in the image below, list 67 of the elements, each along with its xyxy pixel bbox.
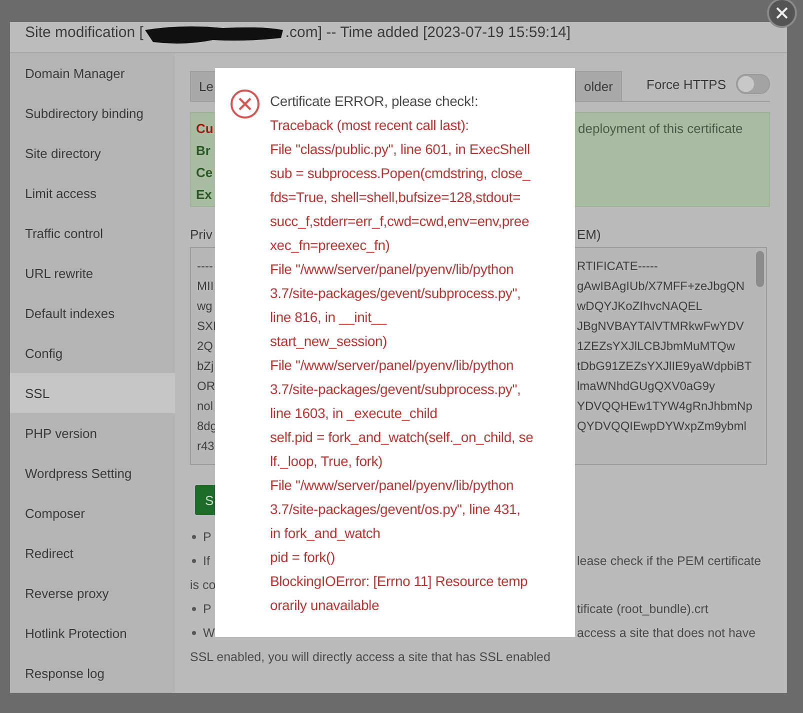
bullet-icon <box>192 534 196 539</box>
note-text: P <box>203 530 212 544</box>
bullet-icon <box>192 606 196 611</box>
sidebar-item[interactable]: Subdirectory binding <box>10 93 175 133</box>
dialog-title-end: .com] -- Time added [2023-07-19 15:59:14] <box>285 24 571 42</box>
note-text: access a site that does not have <box>577 626 756 640</box>
info-text: deployment of this certificate <box>578 121 743 138</box>
error-trace-line: succ_f,stderr=err_f,cwd=cwd,env=env,pree <box>270 212 530 231</box>
tab[interactable]: older <box>575 71 622 101</box>
error-trace-line: 3.7/site-packages/gevent/os.py", line 431, <box>270 500 522 519</box>
error-trace-line: xec_fn=preexec_fn) <box>270 236 391 255</box>
info-text: Ce <box>196 165 213 182</box>
bullet-icon <box>192 558 196 563</box>
error-trace-line: fds=True, shell=shell,bufsize=128,stdout= <box>270 188 522 207</box>
error-trace-line: line 1603, in _execute_child <box>270 404 438 423</box>
dialog-title: Site modification [ <box>25 24 144 42</box>
sidebar-item[interactable]: Hotlink Protection <box>10 613 175 653</box>
error-trace-line: 3.7/site-packages/gevent/subprocess.py", <box>270 380 522 399</box>
error-trace-line: sub = subprocess.Popen(cmdstring, close_ <box>270 164 532 183</box>
sidebar-item[interactable]: Domain Manager <box>10 53 175 93</box>
error-trace-line: File "/www/server/panel/pyenv/lib/python <box>270 476 515 495</box>
force-https-label: Force HTTPS <box>646 76 726 92</box>
error-icon <box>230 89 260 119</box>
sidebar-item[interactable]: PHP version <box>10 413 175 453</box>
error-title: Certificate ERROR, please check!: <box>270 92 480 111</box>
sidebar-item[interactable]: SSL <box>10 373 175 413</box>
error-trace-line: pid = fork() <box>270 548 336 567</box>
sidebar-item[interactable]: Wordpress Setting <box>10 453 175 493</box>
close-button[interactable] <box>767 0 797 28</box>
error-trace-line: line 816, in __init__ <box>270 308 388 327</box>
error-trace-line: 3.7/site-packages/gevent/subprocess.py", <box>270 284 522 303</box>
note-text: W <box>203 626 215 640</box>
error-trace-line: Traceback (most recent call last): <box>270 116 470 135</box>
error-trace-line: File "/www/server/panel/pyenv/lib/python <box>270 260 515 279</box>
note-text: SSL enabled, you will directly access a site that has SSL enabled <box>190 650 550 664</box>
bullet-icon <box>192 630 196 635</box>
note-text: is co <box>190 578 216 592</box>
note-text: If <box>203 554 210 568</box>
info-text: Ex <box>196 187 212 204</box>
sidebar-item[interactable]: Redirect <box>10 533 175 573</box>
sidebar-item[interactable]: Default indexes <box>10 293 175 333</box>
sidebar-item[interactable]: Site directory <box>10 133 175 173</box>
sidebar-item[interactable]: Response log <box>10 653 175 693</box>
note-text: lease check if the PEM certificate <box>577 554 762 568</box>
error-trace-line: orarily unavailable <box>270 596 380 615</box>
error-trace-line: File "/www/server/panel/pyenv/lib/python <box>270 356 515 375</box>
info-text: Cu <box>196 121 214 138</box>
error-trace-line: BlockingIOError: [Errno 11] Resource temp <box>270 572 529 591</box>
error-trace-line: File "class/public.py", line 601, in ExecShell <box>270 140 531 159</box>
error-trace-line: self.pid = fork_and_watch(self._on_child, se <box>270 428 534 447</box>
field-label: Priv <box>190 226 214 242</box>
sidebar-item[interactable]: URL rewrite <box>10 253 175 293</box>
sidebar-item[interactable]: Reverse proxy <box>10 573 175 613</box>
scrollbar-thumb[interactable] <box>756 251 764 287</box>
close-icon <box>776 7 788 19</box>
sidebar-item[interactable]: Config <box>10 333 175 373</box>
error-trace-line: in fork_and_watch <box>270 524 382 543</box>
sidebar-item[interactable]: Traffic control <box>10 213 175 253</box>
error-trace-line: start_new_session) <box>270 332 388 351</box>
sidebar-item[interactable]: Composer <box>10 493 175 533</box>
field-label: EM) <box>577 226 602 242</box>
note-text: P <box>203 602 212 616</box>
note-text: tificate (root_bundle).crt <box>577 602 708 616</box>
info-text: Br <box>196 143 210 160</box>
error-trace-line: lf._loop, True, fork) <box>270 452 384 471</box>
sidebar-item[interactable]: Limit access <box>10 173 175 213</box>
force-https-toggle[interactable] <box>736 74 770 94</box>
